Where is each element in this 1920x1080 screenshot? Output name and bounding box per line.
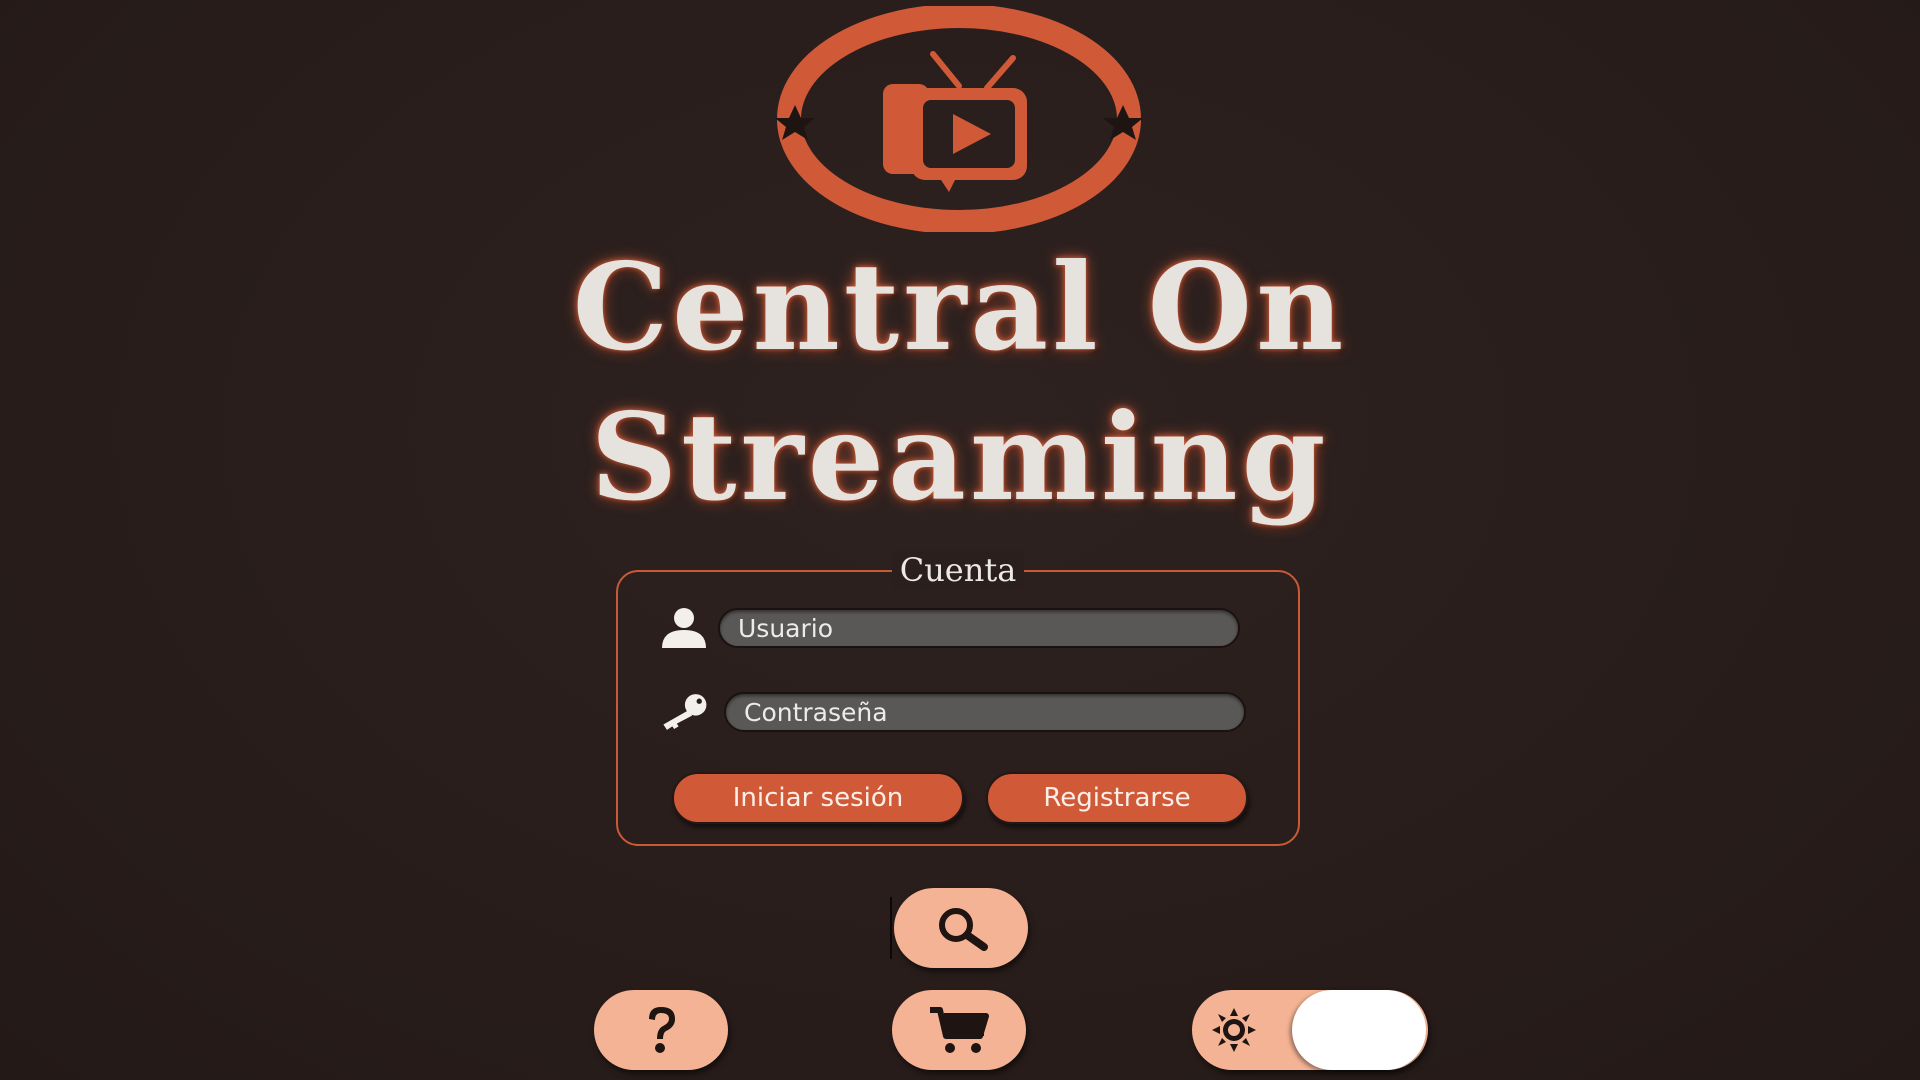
login-button[interactable]: Iniciar sesión bbox=[672, 772, 964, 824]
theme-toggle[interactable] bbox=[1192, 990, 1428, 1070]
account-form: Cuenta Iniciar sesión Registrar bbox=[616, 551, 1300, 846]
cart-icon bbox=[930, 1007, 989, 1053]
login-page: Central On Streaming Cuenta Usuario Inic… bbox=[0, 0, 1920, 1080]
help-button[interactable] bbox=[594, 990, 728, 1070]
username-row bbox=[658, 606, 1240, 650]
cart-button[interactable] bbox=[892, 990, 1026, 1070]
app-title-line-1: Central On bbox=[572, 237, 1348, 378]
text-cursor bbox=[890, 897, 892, 959]
password-row bbox=[658, 690, 1246, 734]
key-icon bbox=[658, 690, 710, 734]
account-legend: Cuenta bbox=[618, 551, 1298, 589]
account-legend-text: Cuenta bbox=[891, 551, 1025, 589]
register-button[interactable]: Registrarse bbox=[986, 772, 1248, 824]
search-button[interactable] bbox=[894, 888, 1028, 968]
tv-play-icon bbox=[775, 6, 1143, 232]
search-icon bbox=[939, 908, 988, 951]
password-input[interactable] bbox=[724, 692, 1246, 732]
sun-icon bbox=[1212, 1008, 1256, 1052]
app-title-line-2: Streaming bbox=[590, 387, 1330, 528]
question-icon bbox=[649, 1007, 675, 1053]
username-input[interactable] bbox=[718, 608, 1240, 648]
theme-toggle-knob[interactable] bbox=[1292, 990, 1426, 1070]
user-icon bbox=[658, 606, 710, 650]
